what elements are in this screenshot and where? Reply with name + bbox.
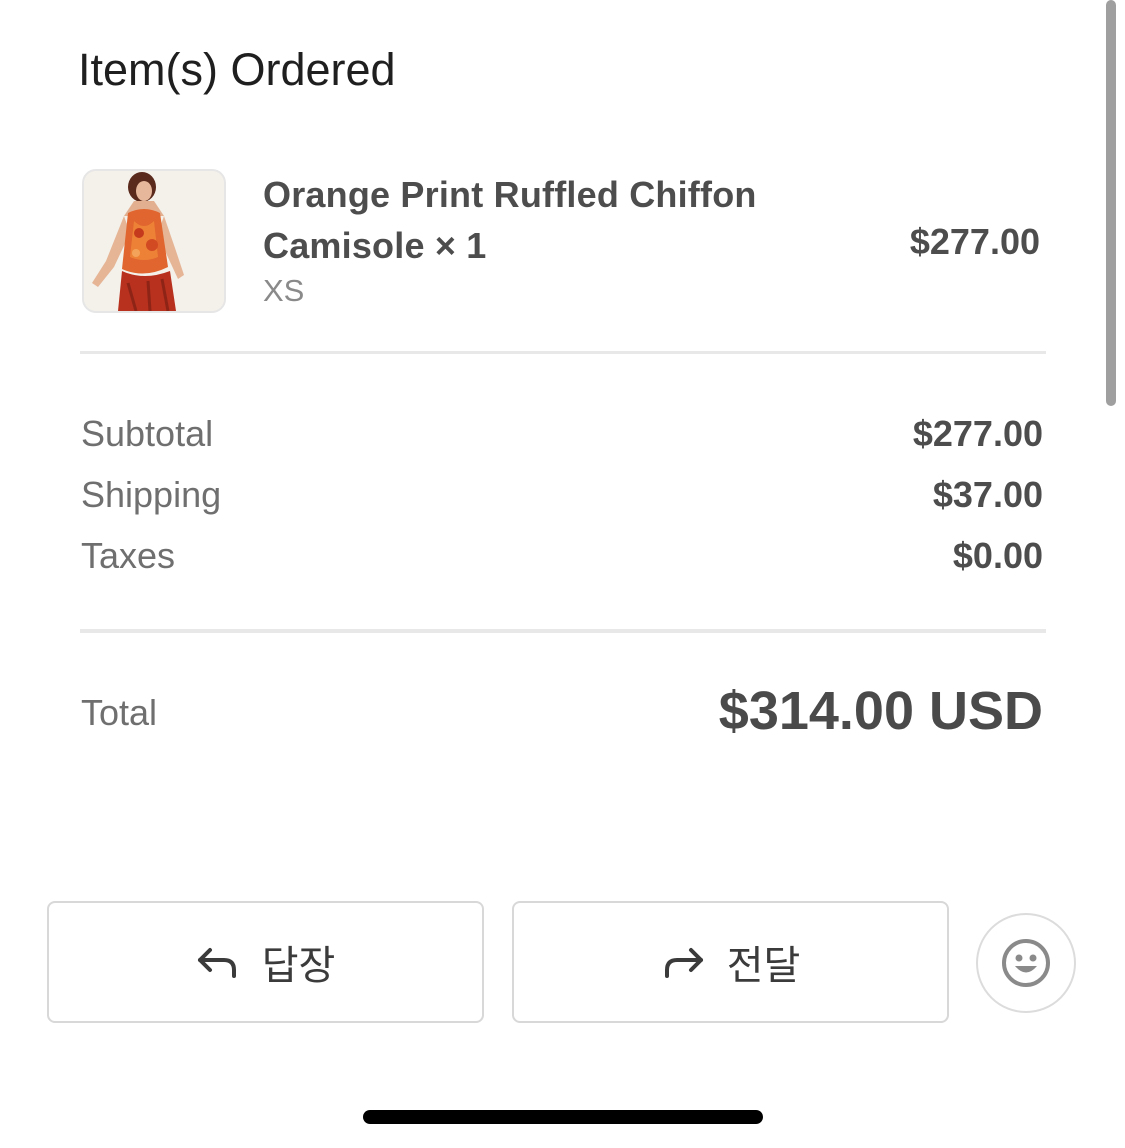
reply-label: 답장 xyxy=(261,943,336,989)
item-name: Orange Print Ruffled Chiffon Camisole × … xyxy=(263,174,757,266)
scrollbar[interactable] xyxy=(1106,0,1116,406)
taxes-label: Taxes xyxy=(81,535,176,576)
order-item: Orange Print Ruffled Chiffon Camisole × … xyxy=(82,169,1044,313)
reply-arrow-icon xyxy=(197,948,236,978)
product-thumbnail[interactable] xyxy=(82,169,226,313)
summary-row-subtotal: Subtotal $277.00 xyxy=(81,413,1043,457)
item-variant: XS xyxy=(263,273,305,308)
summary-row-taxes: Taxes $0.00 xyxy=(81,535,1043,579)
shipping-label: Shipping xyxy=(81,474,222,515)
emoji-reaction-button[interactable] xyxy=(976,913,1076,1013)
shipping-value: $37.00 xyxy=(932,474,1043,515)
item-price: $277.00 xyxy=(909,221,1040,262)
order-receipt-screen: Item(s) Ordered Orange Print Ruffled Chi… xyxy=(0,0,1125,1148)
divider xyxy=(80,629,1046,633)
smiley-icon xyxy=(1002,939,1050,987)
product-photo xyxy=(84,171,224,311)
total-row: Total $314.00 USD xyxy=(81,680,1043,744)
section-title: Item(s) Ordered xyxy=(78,44,396,95)
forward-label: 전달 xyxy=(726,943,801,989)
reply-button[interactable]: 답장 xyxy=(47,901,484,1023)
summary-row-shipping: Shipping $37.00 xyxy=(81,474,1043,518)
taxes-value: $0.00 xyxy=(952,535,1043,576)
total-label: Total xyxy=(81,692,158,733)
forward-arrow-icon xyxy=(664,948,703,978)
divider xyxy=(80,351,1046,354)
forward-button[interactable]: 전달 xyxy=(512,901,949,1023)
total-value: $314.00 USD xyxy=(718,681,1043,741)
subtotal-label: Subtotal xyxy=(81,413,214,454)
home-indicator[interactable] xyxy=(363,1110,763,1124)
subtotal-value: $277.00 xyxy=(912,413,1043,454)
